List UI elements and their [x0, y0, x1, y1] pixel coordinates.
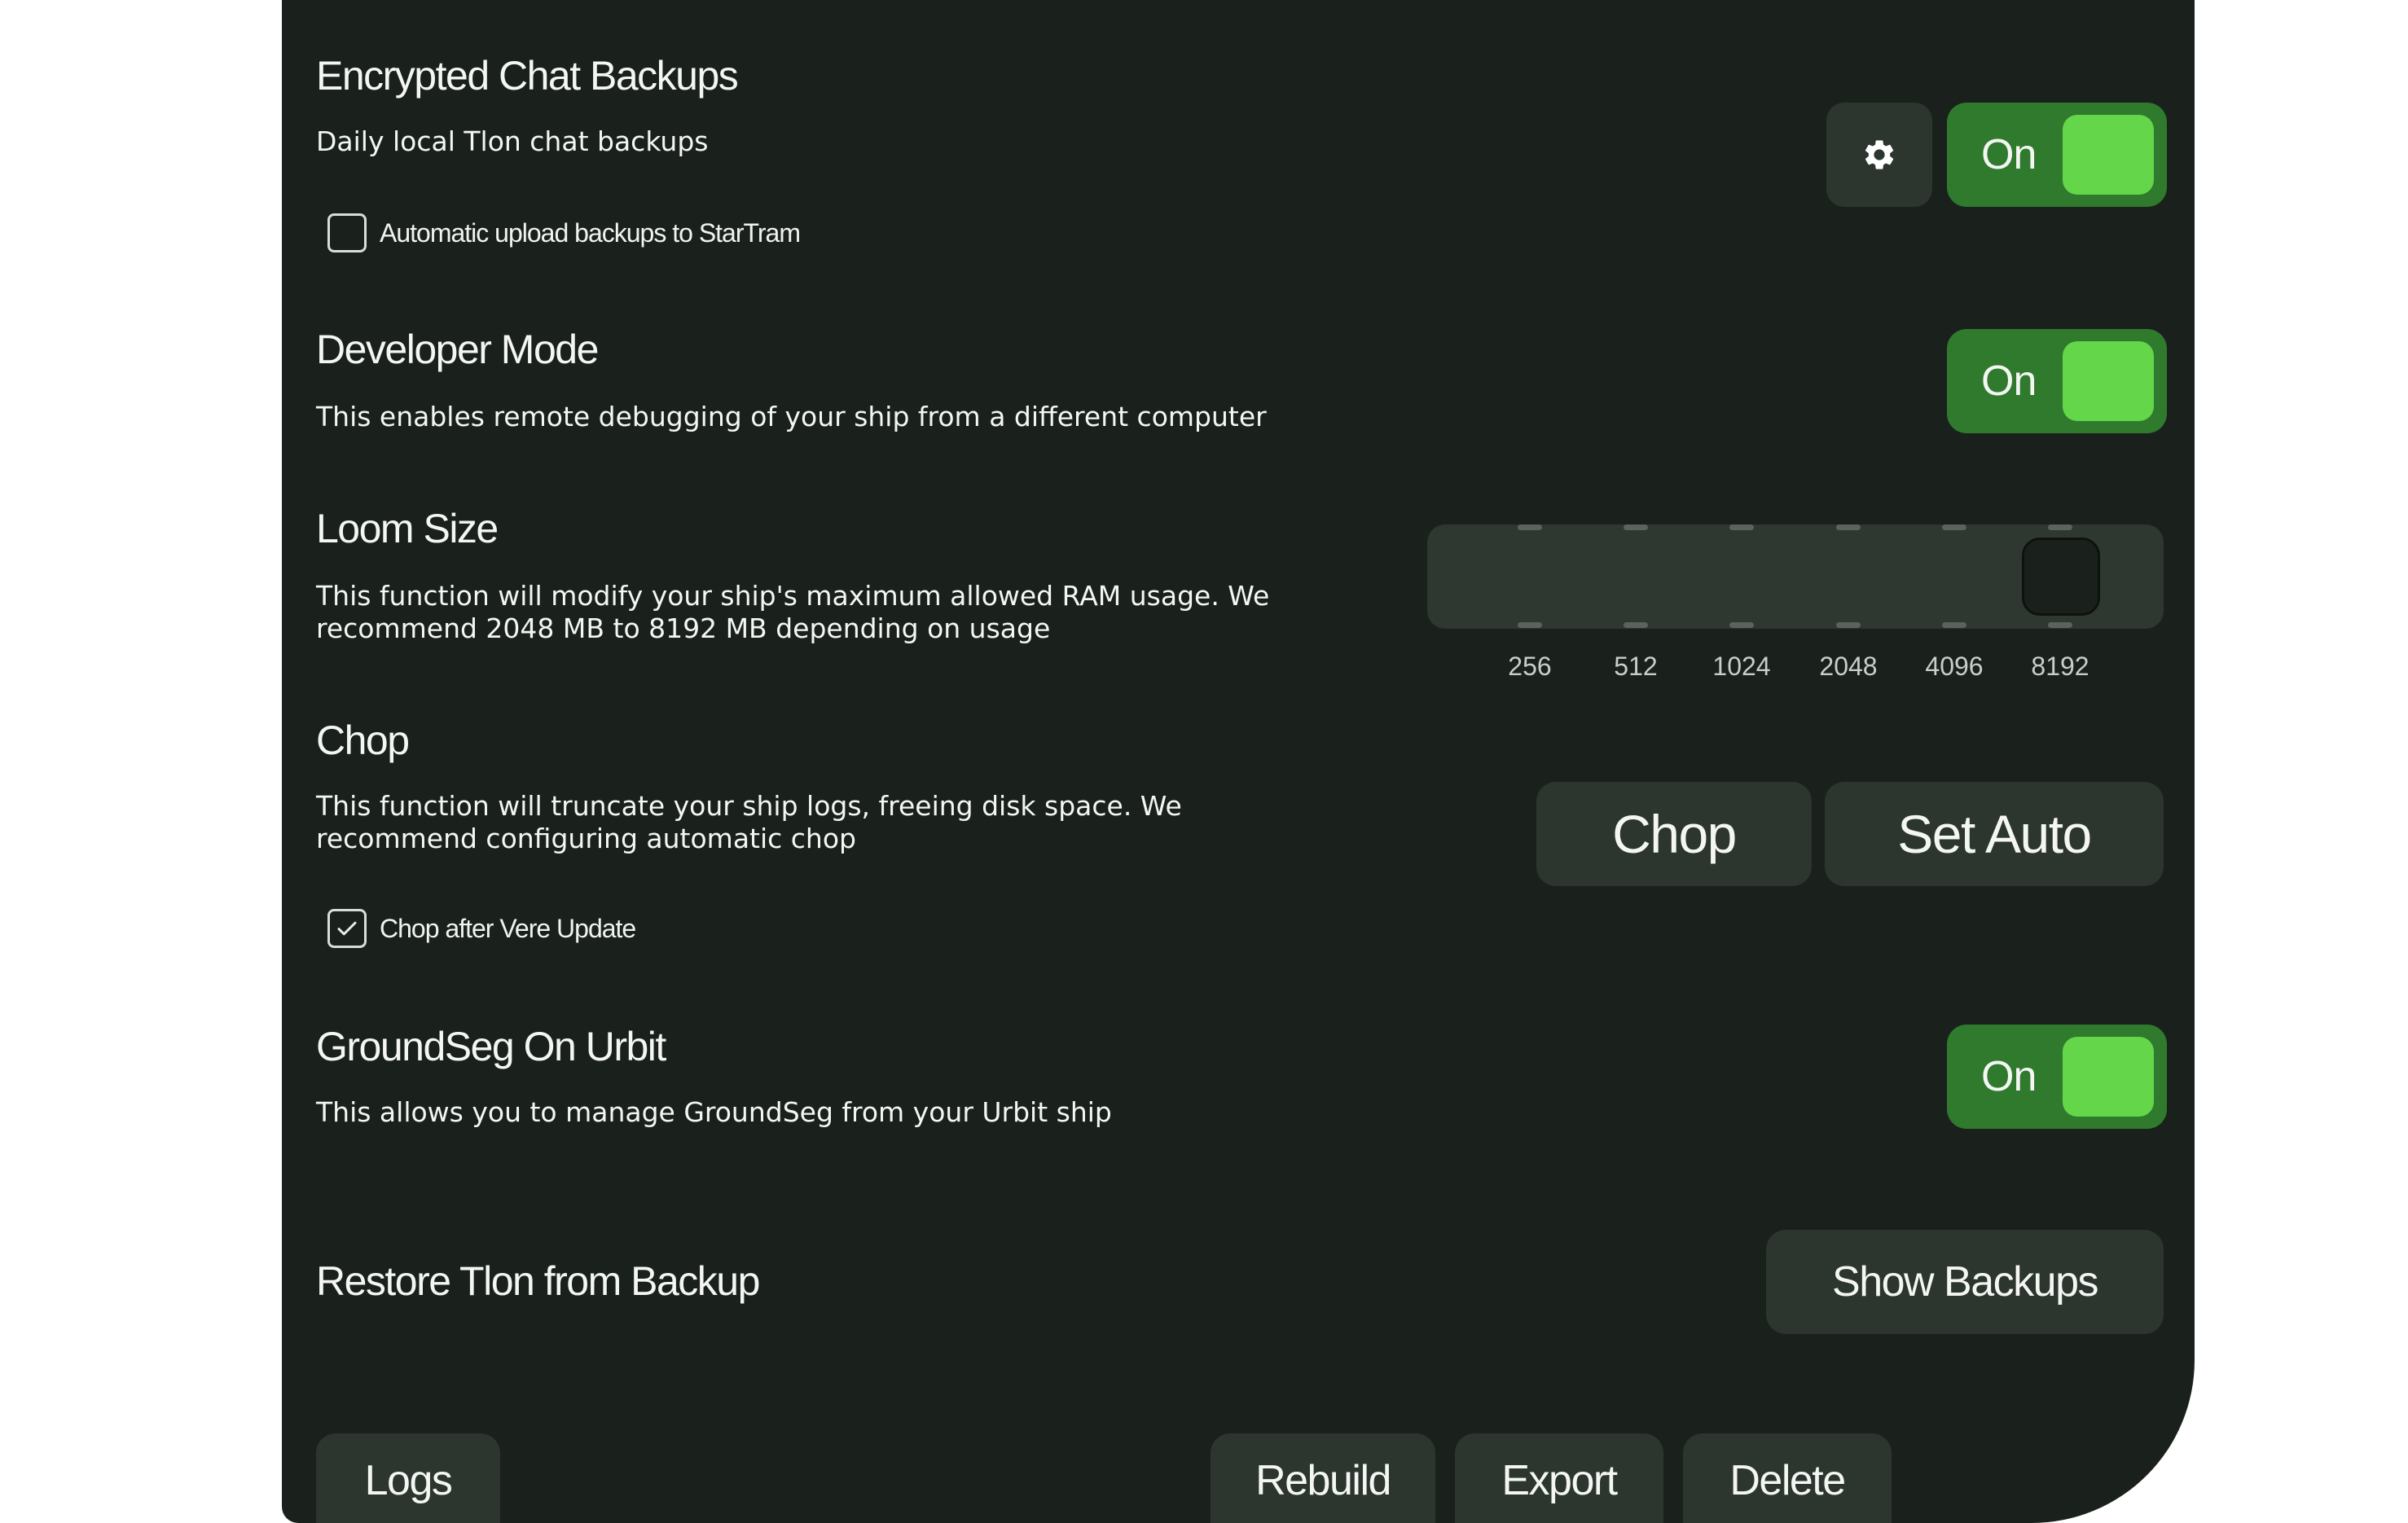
- chop-after-update-row[interactable]: Chop after Vere Update: [327, 909, 636, 948]
- groundseg-on-urbit-title: GroundSeg On Urbit: [316, 1024, 666, 1069]
- encrypted-backups-description: Daily local Tlon chat backups: [316, 125, 709, 157]
- slider-tick: [1836, 622, 1861, 628]
- loom-option-label: 8192: [2031, 652, 2089, 681]
- delete-button[interactable]: Delete: [1683, 1433, 1892, 1523]
- groundseg-toggle-label: On: [1981, 1053, 2037, 1100]
- set-auto-button[interactable]: Set Auto: [1825, 782, 2164, 886]
- groundseg-on-urbit-toggle[interactable]: On: [1947, 1025, 2167, 1129]
- loom-option-label: 2048: [1819, 652, 1878, 681]
- startram-upload-checkbox[interactable]: [327, 213, 367, 252]
- startram-upload-label: Automatic upload backups to StarTram: [380, 217, 801, 248]
- groundseg-on-urbit-description: This allows you to manage GroundSeg from…: [316, 1096, 1112, 1128]
- ship-settings-panel: Encrypted Chat Backups Daily local Tlon …: [282, 0, 2195, 1523]
- loom-size-description-line1: This function will modify your ship's ma…: [316, 580, 1270, 612]
- loom-size-description-line2: recommend 2048 MB to 8192 MB depending o…: [316, 612, 1051, 644]
- chop-description-line1: This function will truncate your ship lo…: [316, 790, 1182, 822]
- slider-tick: [1729, 524, 1754, 530]
- chop-title: Chop: [316, 718, 410, 763]
- encrypted-backups-toggle[interactable]: On: [1947, 103, 2167, 207]
- toggle-knob: [2063, 1037, 2154, 1117]
- chop-description-line2: recommend configuring automatic chop: [316, 823, 856, 854]
- slider-tick: [1518, 622, 1542, 628]
- logs-button[interactable]: Logs: [316, 1433, 500, 1523]
- show-backups-button[interactable]: Show Backups: [1766, 1230, 2164, 1334]
- loom-size-description: This function will modify your ship's ma…: [316, 580, 1269, 645]
- checkmark-icon: [337, 921, 357, 936]
- encrypted-backups-toggle-label: On: [1981, 131, 2037, 178]
- loom-size-title: Loom Size: [316, 506, 499, 551]
- toggle-knob: [2063, 341, 2154, 421]
- restore-tlon-title: Restore Tlon from Backup: [316, 1258, 760, 1304]
- developer-mode-toggle[interactable]: On: [1947, 329, 2167, 433]
- slider-tick: [1729, 622, 1754, 628]
- chop-after-update-label: Chop after Vere Update: [380, 913, 636, 943]
- slider-tick: [1624, 524, 1648, 530]
- slider-tick: [1518, 524, 1542, 530]
- chop-button[interactable]: Chop: [1536, 782, 1812, 886]
- developer-mode-description: This enables remote debugging of your sh…: [316, 401, 1267, 432]
- loom-option-label: 256: [1508, 652, 1552, 681]
- slider-tick: [1942, 524, 1966, 530]
- loom-slider-thumb[interactable]: [2022, 538, 2100, 616]
- slider-tick: [1836, 524, 1861, 530]
- encrypted-backups-title: Encrypted Chat Backups: [316, 53, 739, 99]
- slider-tick: [2048, 524, 2072, 530]
- chop-description: This function will truncate your ship lo…: [316, 790, 1182, 855]
- gear-icon: [1865, 140, 1894, 169]
- startram-upload-row[interactable]: Automatic upload backups to StarTram: [327, 213, 801, 252]
- slider-tick: [1624, 622, 1648, 628]
- slider-tick: [2048, 622, 2072, 628]
- loom-size-slider[interactable]: 256 512 1024 2048 4096 8192: [1427, 521, 2164, 692]
- developer-mode-toggle-label: On: [1981, 358, 2037, 405]
- rebuild-button[interactable]: Rebuild: [1211, 1433, 1435, 1523]
- loom-option-label: 4096: [1925, 652, 1984, 681]
- slider-tick: [1942, 622, 1966, 628]
- chop-after-update-checkbox[interactable]: [327, 909, 367, 948]
- toggle-knob: [2063, 115, 2154, 195]
- loom-option-label: 512: [1614, 652, 1658, 681]
- backup-settings-button[interactable]: [1826, 103, 1932, 207]
- developer-mode-title: Developer Mode: [316, 327, 599, 372]
- loom-option-label: 1024: [1712, 652, 1771, 681]
- export-button[interactable]: Export: [1455, 1433, 1663, 1523]
